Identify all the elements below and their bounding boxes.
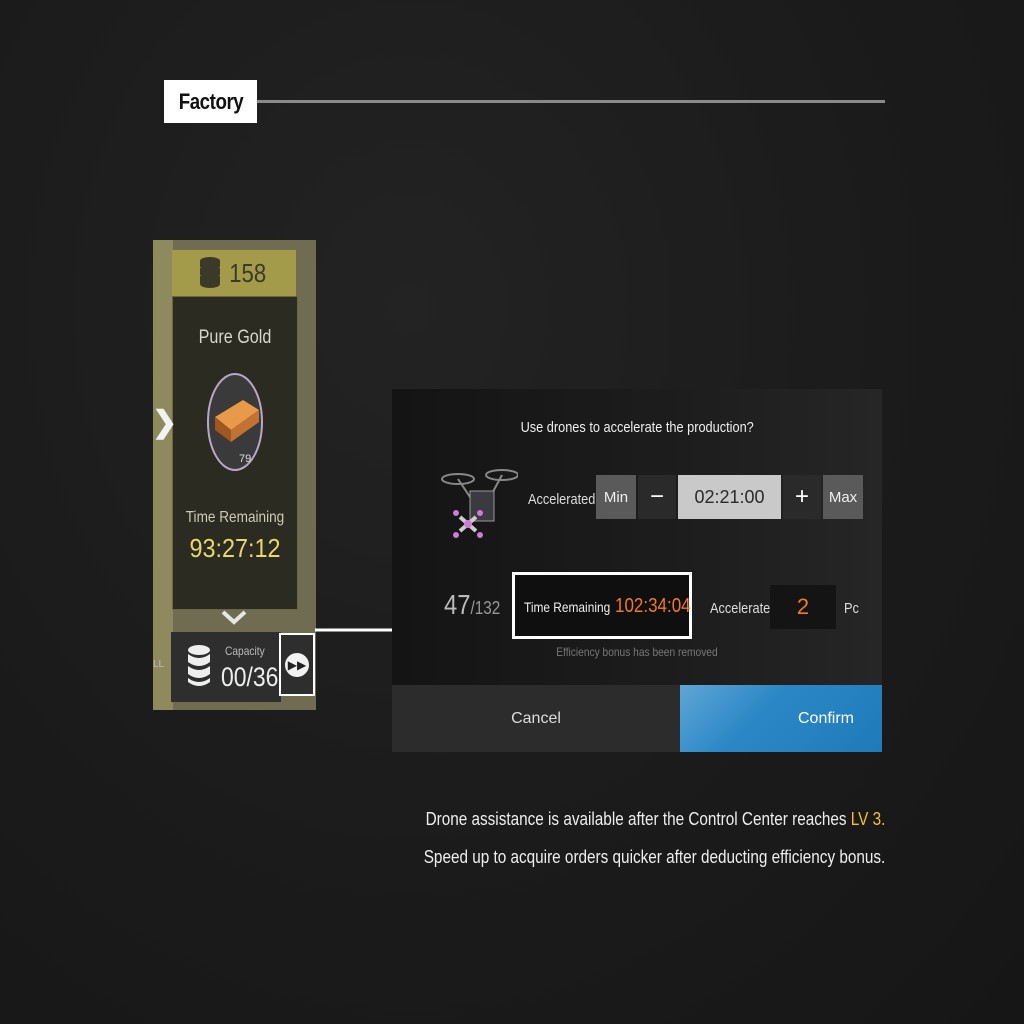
coin-stack-icon [200, 257, 221, 288]
dialog-question: Use drones to accelerate the production? [520, 419, 754, 436]
cancel-button[interactable]: Cancel [392, 685, 680, 752]
database-icon [188, 645, 210, 686]
accelerated-time-field[interactable]: 02:21:00 [678, 475, 781, 519]
accelerate-button[interactable]: ▶▶ [279, 633, 315, 696]
confirm-button[interactable]: Confirm [680, 685, 882, 752]
drone-count-total: /132 [470, 598, 501, 618]
time-remaining-label: Time Remaining [524, 599, 611, 615]
drone-count-current: 47 [444, 589, 471, 620]
increase-button[interactable]: + [783, 475, 821, 519]
tutorial-caption: Drone assistance is available after the … [300, 800, 1010, 876]
item-name: Pure Gold [198, 327, 272, 348]
capacity-box: Capacity 00/36 [171, 632, 281, 702]
decrease-button[interactable]: − [638, 475, 676, 519]
max-button[interactable]: Max [823, 475, 863, 519]
level-requirement: LV 3 [850, 809, 881, 829]
drone-count: 47/132 [444, 589, 500, 621]
accelerate-label: Accelerate [710, 600, 771, 617]
min-button[interactable]: Min [596, 475, 636, 519]
accelerated-label: Accelerated [528, 491, 596, 508]
card-time-remaining-label: Time Remaining [185, 509, 285, 526]
time-remaining-value: 102:34:04 [615, 595, 691, 617]
time-remaining-box: Time Remaining 102:34:04 [512, 572, 692, 639]
stock-count: 158 [229, 257, 267, 288]
caption-line-2: Speed up to acquire orders quicker after… [424, 847, 886, 867]
accelerate-count: 2 [770, 585, 836, 629]
edge-label: LL [153, 659, 165, 670]
production-card[interactable]: Pure Gold 79 Time Remaining 93:27:12 [172, 296, 298, 610]
item-count: 79 [239, 453, 252, 465]
drone-icon [441, 469, 518, 538]
unit-label: Pc [844, 600, 859, 617]
card-time-remaining-value: 93:27:12 [189, 533, 281, 563]
caption-line-1: Drone assistance is available after the … [425, 809, 885, 829]
capacity-label: Capacity [225, 644, 265, 658]
capacity-value: 00/36 [221, 662, 279, 692]
chevron-down-icon[interactable] [219, 608, 249, 626]
section-title: Factory [178, 88, 243, 114]
card-edge [153, 240, 173, 710]
efficiency-note: Efficiency bonus has been removed [556, 645, 718, 659]
section-title-box: Factory [164, 80, 257, 123]
fast-forward-icon: ▶▶ [285, 652, 309, 677]
chevron-left-icon[interactable]: ❯ [152, 405, 177, 440]
stock-header: 158 [172, 250, 296, 296]
title-divider [257, 100, 885, 103]
accelerate-dialog: Use drones to accelerate the production?… [392, 389, 882, 752]
gold-bar-icon [207, 373, 263, 471]
